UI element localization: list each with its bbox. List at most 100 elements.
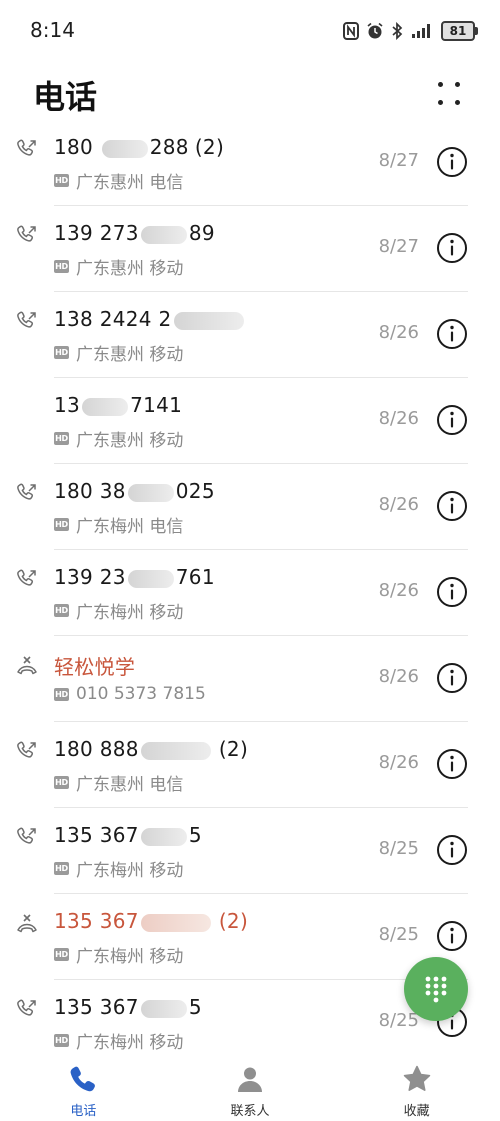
call-subline: HD 广东梅州 移动: [54, 1028, 183, 1053]
battery-icon: 81: [441, 21, 478, 41]
call-log-row[interactable]: 轻松悦学 HD 010 5373 7815 8/26: [0, 636, 500, 722]
outgoing-call-icon: [16, 826, 38, 848]
call-subline: HD 广东梅州 移动: [54, 942, 183, 967]
hd-icon: HD: [54, 687, 69, 701]
call-log-row[interactable]: 139 273 89 HD 广东惠州 移动 8/27: [0, 206, 500, 292]
call-number-suffix: 761: [175, 565, 215, 589]
call-subline: HD 广东梅州 电信: [54, 512, 183, 537]
hd-icon: HD: [54, 776, 69, 789]
redacted-digits: [140, 827, 187, 846]
redacted-digits: [127, 483, 174, 502]
call-location: 广东惠州 移动: [76, 345, 184, 365]
call-location: 广东惠州 电信: [76, 775, 184, 795]
call-number-prefix: 135 367: [54, 995, 139, 1019]
status-time: 8:14: [30, 18, 75, 42]
bottom-nav: 电话 联系人 收藏: [0, 1056, 500, 1121]
hd-icon: HD: [54, 1034, 69, 1047]
outgoing-call-icon: [16, 224, 38, 246]
call-date: 8/26: [378, 408, 419, 429]
call-log-row[interactable]: 13 7141 HD 广东惠州 移动 8/26: [0, 378, 500, 464]
info-icon[interactable]: [436, 920, 468, 952]
info-icon[interactable]: [436, 662, 468, 694]
outgoing-call-icon: [16, 998, 38, 1020]
info-icon[interactable]: [436, 318, 468, 350]
call-log-row[interactable]: 180 288 (2) HD 广东惠州 电信 8/27: [0, 120, 500, 206]
call-date: 8/26: [378, 752, 419, 773]
info-icon[interactable]: [436, 232, 468, 264]
info-icon[interactable]: [436, 404, 468, 436]
status-bar: 8:14 81: [0, 0, 500, 62]
hd-icon: HD: [54, 604, 69, 617]
call-number: 135 367 5: [54, 995, 202, 1019]
alarm-icon: [366, 22, 384, 40]
hd-icon: HD: [54, 346, 69, 359]
call-number: 180 888 (2): [54, 737, 248, 761]
dialpad-button[interactable]: [404, 957, 468, 1021]
dot-icon: [455, 82, 460, 87]
call-number-prefix: 180 38: [54, 479, 126, 503]
outgoing-call-icon: [16, 138, 38, 160]
missed-call-icon: [16, 912, 38, 934]
call-number-prefix: 135 367: [54, 909, 139, 933]
dot-icon: [455, 100, 460, 105]
info-icon[interactable]: [436, 146, 468, 178]
call-date: 8/26: [378, 494, 419, 515]
call-subline: HD 广东惠州 移动: [54, 254, 183, 279]
call-number: 138 2424 2: [54, 307, 246, 331]
bluetooth-icon: [391, 22, 403, 40]
call-number-suffix: 89: [188, 221, 215, 245]
info-icon[interactable]: [436, 576, 468, 608]
call-number: 135 367 (2): [54, 909, 248, 933]
call-location: 广东梅州 移动: [76, 603, 184, 623]
hd-icon: HD: [54, 948, 69, 961]
call-number: 180 288 (2): [54, 135, 224, 159]
call-location: 010 5373 7815: [76, 684, 206, 704]
call-number-prefix: 180 888: [54, 737, 139, 761]
call-number-prefix: 139 23: [54, 565, 126, 589]
call-log-row[interactable]: 138 2424 2 HD 广东惠州 移动 8/26: [0, 292, 500, 378]
nfc-icon: [343, 22, 359, 40]
call-number-prefix: 138 2424 2: [54, 307, 172, 331]
call-number-suffix: 5: [188, 823, 202, 847]
info-icon[interactable]: [436, 490, 468, 522]
redacted-digits: [82, 397, 129, 416]
call-number-prefix: 13: [54, 393, 81, 417]
more-options-button[interactable]: [428, 76, 468, 112]
nav-contacts-label: 联系人: [230, 1104, 270, 1119]
info-icon[interactable]: [436, 834, 468, 866]
call-number: 180 38 025: [54, 479, 215, 503]
call-number-suffix: 288: [149, 135, 189, 159]
call-location: 广东惠州 电信: [76, 173, 184, 193]
call-log-list[interactable]: 180 288 (2) HD 广东惠州 电信 8/27 139 273 89 HD 广东惠州 移…: [0, 120, 500, 1055]
call-number: 139 273 89: [54, 221, 215, 245]
call-number: 轻松悦学: [54, 651, 135, 680]
call-subline: HD 广东惠州 电信: [54, 168, 183, 193]
dot-icon: [438, 100, 443, 105]
call-number-suffix: 7141: [130, 393, 183, 417]
nav-phone[interactable]: 电话: [0, 1056, 167, 1121]
call-log-row[interactable]: 135 367 5 HD 广东梅州 移动 8/25: [0, 808, 500, 894]
call-subline: HD 010 5373 7815: [54, 684, 206, 704]
outgoing-call-icon: [16, 568, 38, 590]
call-subline: HD 广东梅州 移动: [54, 598, 183, 623]
missed-call-icon: [16, 654, 38, 676]
contacts-icon: [238, 1067, 262, 1092]
call-log-row[interactable]: 139 23 761 HD 广东梅州 移动 8/26: [0, 550, 500, 636]
call-count: (2): [218, 909, 249, 933]
call-location: 广东梅州 移动: [76, 861, 184, 881]
call-date: 8/25: [378, 1010, 419, 1031]
page-title: 电话: [33, 78, 98, 116]
call-number: 135 367 5: [54, 823, 202, 847]
redacted-digits: [140, 999, 187, 1018]
redacted-digits: [101, 139, 148, 158]
hd-icon: HD: [54, 518, 69, 531]
info-icon[interactable]: [436, 748, 468, 780]
call-number-prefix: 135 367: [54, 823, 139, 847]
nav-favorites[interactable]: 收藏: [333, 1056, 500, 1121]
call-log-row[interactable]: 180 38 025 HD 广东梅州 电信 8/26: [0, 464, 500, 550]
nav-contacts[interactable]: 联系人: [167, 1056, 334, 1121]
call-number-suffix: 025: [175, 479, 215, 503]
call-subline: HD 广东惠州 电信: [54, 770, 183, 795]
call-log-row[interactable]: 180 888 (2) HD 广东惠州 电信 8/26: [0, 722, 500, 808]
redacted-digits: [173, 311, 244, 330]
